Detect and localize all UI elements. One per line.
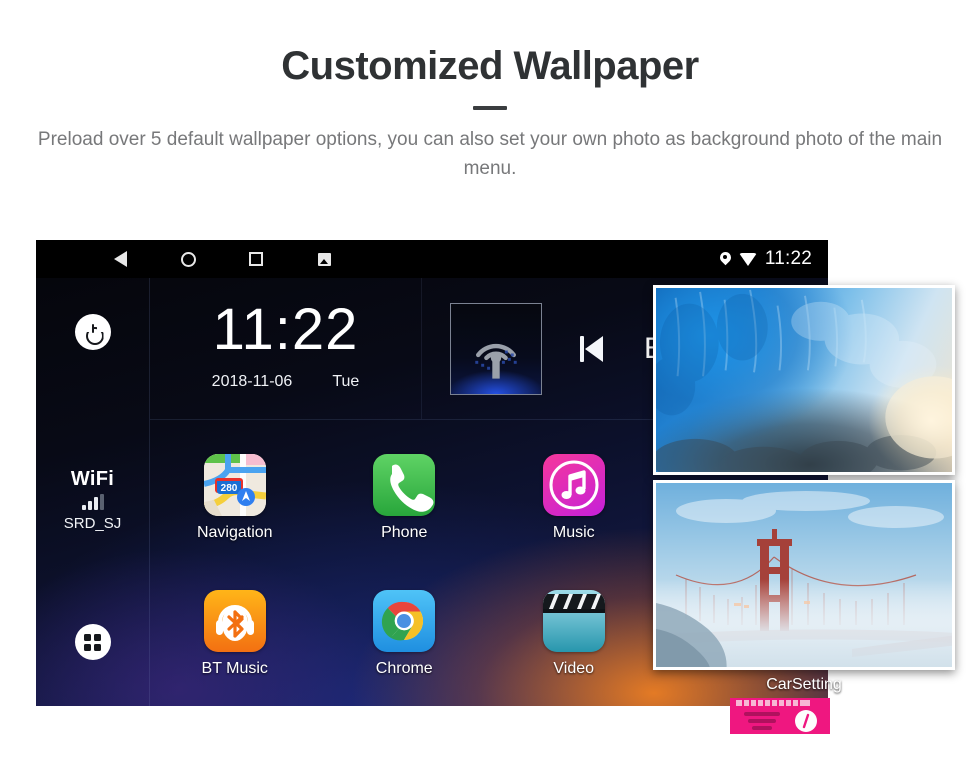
- clock-meta: 2018-11-06 Tue: [150, 373, 421, 391]
- page-title: Customized Wallpaper: [281, 44, 699, 88]
- page-subtitle: Preload over 5 default wallpaper options…: [37, 129, 943, 179]
- app-music[interactable]: Music: [489, 430, 659, 566]
- title-divider: [473, 106, 507, 110]
- clapperboard-icon: [542, 590, 605, 652]
- chrome-icon: [373, 590, 436, 652]
- app-phone[interactable]: Phone: [320, 430, 490, 566]
- app-label: Music: [552, 524, 595, 541]
- recents-icon: [249, 252, 263, 266]
- svg-text:280: 280: [220, 483, 237, 494]
- app-navigation[interactable]: 280 Navigation: [150, 430, 320, 566]
- screenshot-icon: [317, 252, 331, 266]
- app-label: BT Music: [201, 660, 268, 677]
- radio-antenna-icon: [475, 343, 517, 379]
- home-icon: [180, 251, 196, 267]
- music-note-icon: [542, 454, 605, 516]
- clock-time: 11:22: [212, 296, 359, 362]
- screenshot-button[interactable]: [290, 240, 358, 278]
- wifi-signal-icon: [81, 494, 104, 510]
- radio-widget-wallpaper[interactable]: [730, 698, 830, 734]
- clock-date: 2018-11-06: [211, 372, 293, 390]
- wifi-label: WiFi: [70, 468, 115, 490]
- ice-cave-wallpaper[interactable]: [653, 285, 955, 475]
- bridge-scene: [656, 483, 952, 667]
- app-video[interactable]: Video: [489, 566, 659, 702]
- status-bar: 11:22: [36, 240, 828, 278]
- all-apps-button[interactable]: [74, 624, 111, 660]
- status-bar-clock: 11:22: [764, 248, 812, 269]
- album-art: [450, 302, 542, 395]
- app-label: Navigation: [196, 524, 273, 541]
- back-button[interactable]: [86, 240, 154, 278]
- apps-grid-icon: [84, 633, 101, 651]
- power-button[interactable]: [74, 314, 111, 350]
- bluetooth-headphones-icon: [203, 590, 266, 652]
- app-bt-music[interactable]: BT Music: [150, 566, 320, 702]
- app-chrome[interactable]: Chrome: [320, 566, 490, 702]
- promo-header: Customized Wallpaper Preload over 5 defa…: [0, 0, 980, 183]
- wifi-ssid-label: SRD_SJ: [63, 515, 122, 532]
- clock-weekday: Tue: [332, 372, 360, 390]
- clock-widget[interactable]: 11:22 2018-11-06 Tue: [150, 278, 422, 419]
- status-indicators: 11:22: [720, 248, 828, 270]
- app-label: Phone: [381, 524, 428, 541]
- home-button[interactable]: [154, 240, 222, 278]
- left-rail: WiFi SRD_SJ: [36, 278, 150, 706]
- maps-icon: 280: [203, 454, 266, 516]
- location-pin-icon: [720, 252, 731, 267]
- ice-texture: [656, 289, 952, 472]
- back-icon: [113, 251, 127, 267]
- app-label: Video: [553, 660, 595, 677]
- previous-track-button[interactable]: [580, 334, 606, 364]
- phone-icon: [373, 454, 436, 516]
- wifi-status[interactable]: WiFi SRD_SJ: [64, 468, 122, 532]
- app-label: Chrome: [375, 660, 433, 677]
- wifi-icon: [738, 252, 757, 266]
- power-icon: [85, 324, 101, 340]
- previous-track-icon: [580, 334, 606, 364]
- navigation-bar: [36, 240, 358, 278]
- recents-button[interactable]: [222, 240, 290, 278]
- golden-gate-wallpaper[interactable]: [653, 480, 955, 670]
